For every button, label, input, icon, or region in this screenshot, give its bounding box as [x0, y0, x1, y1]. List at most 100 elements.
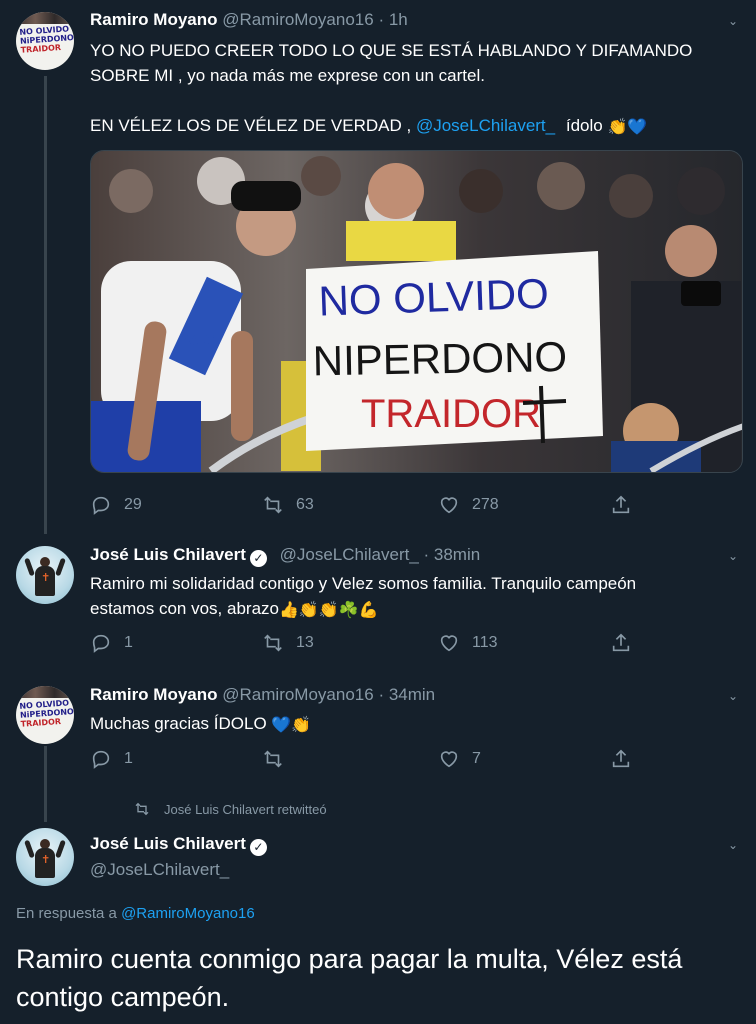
like-button[interactable]: 7 — [438, 748, 481, 770]
tweet-header: José Luis Chilavert ✓ — [90, 834, 267, 856]
avatar[interactable]: ✝ — [16, 828, 74, 886]
retweet-icon — [264, 496, 282, 514]
tweet-header: José Luis Chilavert ✓ @JoseLChilavert_ · … — [90, 545, 480, 567]
retweet-icon — [264, 750, 282, 768]
author-name[interactable]: José Luis Chilavert — [90, 834, 246, 853]
share-button[interactable] — [610, 494, 644, 516]
avatar[interactable]: NO OLVIDO NiPERDONO TRAIDOR — [16, 12, 74, 70]
retweet-icon — [264, 634, 282, 652]
like-count: 7 — [472, 750, 481, 767]
mention-link[interactable]: @JoseLChilavert_ — [416, 116, 555, 135]
tweet-text-line: estamos con vos, abrazo👍👏👏☘️💪 — [90, 596, 636, 623]
author-handle[interactable]: @RamiroMoyano16 — [222, 685, 373, 704]
like-button[interactable]: 278 — [438, 494, 499, 516]
author-handle[interactable]: @JoseLChilavert_ — [90, 860, 229, 880]
retweet-note[interactable]: José Luis Chilavert retwitteó — [134, 801, 327, 817]
share-icon — [612, 495, 630, 514]
tweet-text-fragment: ídolo — [565, 116, 603, 135]
reply-button[interactable]: 1 — [90, 748, 133, 770]
emoji: 👍👏👏☘️💪 — [278, 602, 379, 619]
chevron-down-icon[interactable]: ⌄ — [726, 689, 740, 703]
like-button[interactable]: 113 — [438, 632, 498, 654]
heart-icon — [440, 635, 458, 652]
author-name[interactable]: José Luis Chilavert — [90, 545, 246, 564]
photo-illustration: ACC NO OLVIDO NIPERDONO TRAIDOR — [91, 151, 742, 472]
tweet-text-line: Ramiro mi solidaridad contigo y Velez so… — [90, 574, 637, 593]
chevron-down-icon[interactable]: ⌄ — [726, 549, 740, 563]
banner-line1: NO OLVIDO — [318, 270, 550, 325]
verified-badge-icon: ✓ — [249, 839, 267, 856]
tweet-actions: 1 13 113 — [90, 632, 650, 656]
avatar-photo: ✝ — [41, 572, 51, 584]
retweet-button[interactable]: 13 — [262, 632, 314, 654]
tweet-photo[interactable]: ACC NO OLVIDO NIPERDONO TRAIDOR — [90, 150, 743, 473]
heart-icon — [440, 751, 458, 768]
reply-prefix: En respuesta a — [16, 905, 117, 922]
reply-icon — [92, 496, 110, 515]
retweet-icon — [135, 802, 149, 816]
retweet-note-text: José Luis Chilavert retwitteó — [164, 801, 327, 817]
tweet-text: Ramiro mi solidaridad contigo y Velez so… — [90, 571, 636, 623]
tweet-actions: 1 7 — [90, 748, 650, 772]
chevron-down-icon[interactable]: ⌄ — [726, 14, 740, 28]
author-handle[interactable]: @RamiroMoyano16 — [222, 10, 373, 29]
avatar[interactable]: NO OLVIDO NiPERDONO TRAIDOR — [16, 686, 74, 744]
author-name[interactable]: Ramiro Moyano — [90, 10, 218, 29]
avatar[interactable]: ✝ — [16, 546, 74, 604]
tweet-time[interactable]: · 1h — [378, 10, 407, 29]
mention-link[interactable]: @RamiroMoyano16 — [121, 905, 255, 922]
tweet-time[interactable]: · 38min — [424, 545, 481, 564]
share-icon — [612, 749, 630, 768]
tweet-text-fragment: estamos con vos, abrazo — [90, 599, 279, 618]
chevron-down-icon[interactable]: ⌄ — [726, 838, 740, 852]
author-handle[interactable]: @JoseLChilavert_ — [280, 545, 419, 564]
tweet-text: YO NO PUEDO CREER TODO LO QUE SE ESTÁ HA… — [90, 38, 692, 140]
tweet-text-line: YO NO PUEDO CREER TODO LO QUE SE ESTÁ HA… — [90, 41, 693, 60]
verified-badge-icon: ✓ — [249, 550, 267, 567]
reply-button[interactable]: 1 — [90, 632, 133, 654]
tweet-actions: 29 63 278 — [90, 494, 650, 518]
tweet-time[interactable]: · 34min — [378, 685, 435, 704]
retweet-count: 13 — [296, 634, 314, 651]
avatar-photo — [16, 12, 74, 24]
reply-icon — [92, 634, 110, 653]
banner-line2: NIPERDONO — [312, 333, 567, 384]
tweet-text: Ramiro cuenta conmigo para pagar la mult… — [16, 944, 683, 1012]
emoji: 👏💙 — [607, 119, 648, 136]
share-icon — [612, 633, 630, 652]
tweet-2[interactable]: ✝ José Luis Chilavert ✓ @JoseLChilavert_ … — [0, 530, 756, 674]
share-button[interactable] — [610, 632, 644, 654]
avatar-photo — [24, 839, 35, 859]
heart-icon — [440, 497, 458, 514]
reply-count: 1 — [124, 634, 133, 651]
avatar-photo — [24, 557, 35, 577]
author-name[interactable]: Ramiro Moyano — [90, 685, 218, 704]
retweet-button[interactable] — [262, 748, 296, 770]
share-button[interactable] — [610, 748, 644, 770]
avatar-photo: NO OLVIDO NiPERDONO TRAIDOR — [19, 24, 74, 55]
retweet-button[interactable]: 63 — [262, 494, 314, 516]
reply-count: 29 — [124, 496, 142, 513]
banner-line3: TRAIDOR — [361, 392, 541, 436]
reply-button[interactable]: 29 — [90, 494, 142, 516]
shirt-text: ACC — [179, 331, 215, 350]
tweet-text-line: EN VÉLEZ LOS DE VÉLEZ DE VERDAD , @JoseL… — [90, 113, 692, 140]
avatar-photo — [55, 557, 66, 577]
tweet-text-fragment: Muchas gracias ÍDOLO — [90, 714, 267, 733]
avatar-photo: NO OLVIDO NiPERDONO TRAIDOR — [19, 698, 74, 729]
tweet-3[interactable]: NO OLVIDO NiPERDONO TRAIDOR Ramiro Moyano … — [0, 674, 756, 784]
tweet-1[interactable]: NO OLVIDO NiPERDONO TRAIDOR Ramiro Moyano … — [0, 0, 756, 530]
retweet-count: 63 — [296, 496, 314, 513]
tweet-text-line: SOBRE MI , yo nada más me exprese con un… — [90, 66, 485, 85]
reply-icon — [92, 750, 110, 769]
avatar-photo: ✝ — [41, 854, 51, 866]
tweet-text: Muchas gracias ÍDOLO 💙👏 — [90, 711, 311, 738]
emoji: 💙👏 — [271, 717, 312, 734]
reply-count: 1 — [124, 750, 133, 767]
avatar-photo — [16, 686, 74, 698]
avatar-photo — [55, 839, 66, 859]
tweet-text-fragment: EN VÉLEZ LOS DE VÉLEZ DE VERDAD , — [90, 116, 412, 135]
like-count: 113 — [472, 634, 498, 651]
tweet-header: Ramiro Moyano @RamiroMoyano16 · 34min — [90, 685, 435, 705]
reply-context: En respuesta a @RamiroMoyano16 — [16, 905, 255, 922]
